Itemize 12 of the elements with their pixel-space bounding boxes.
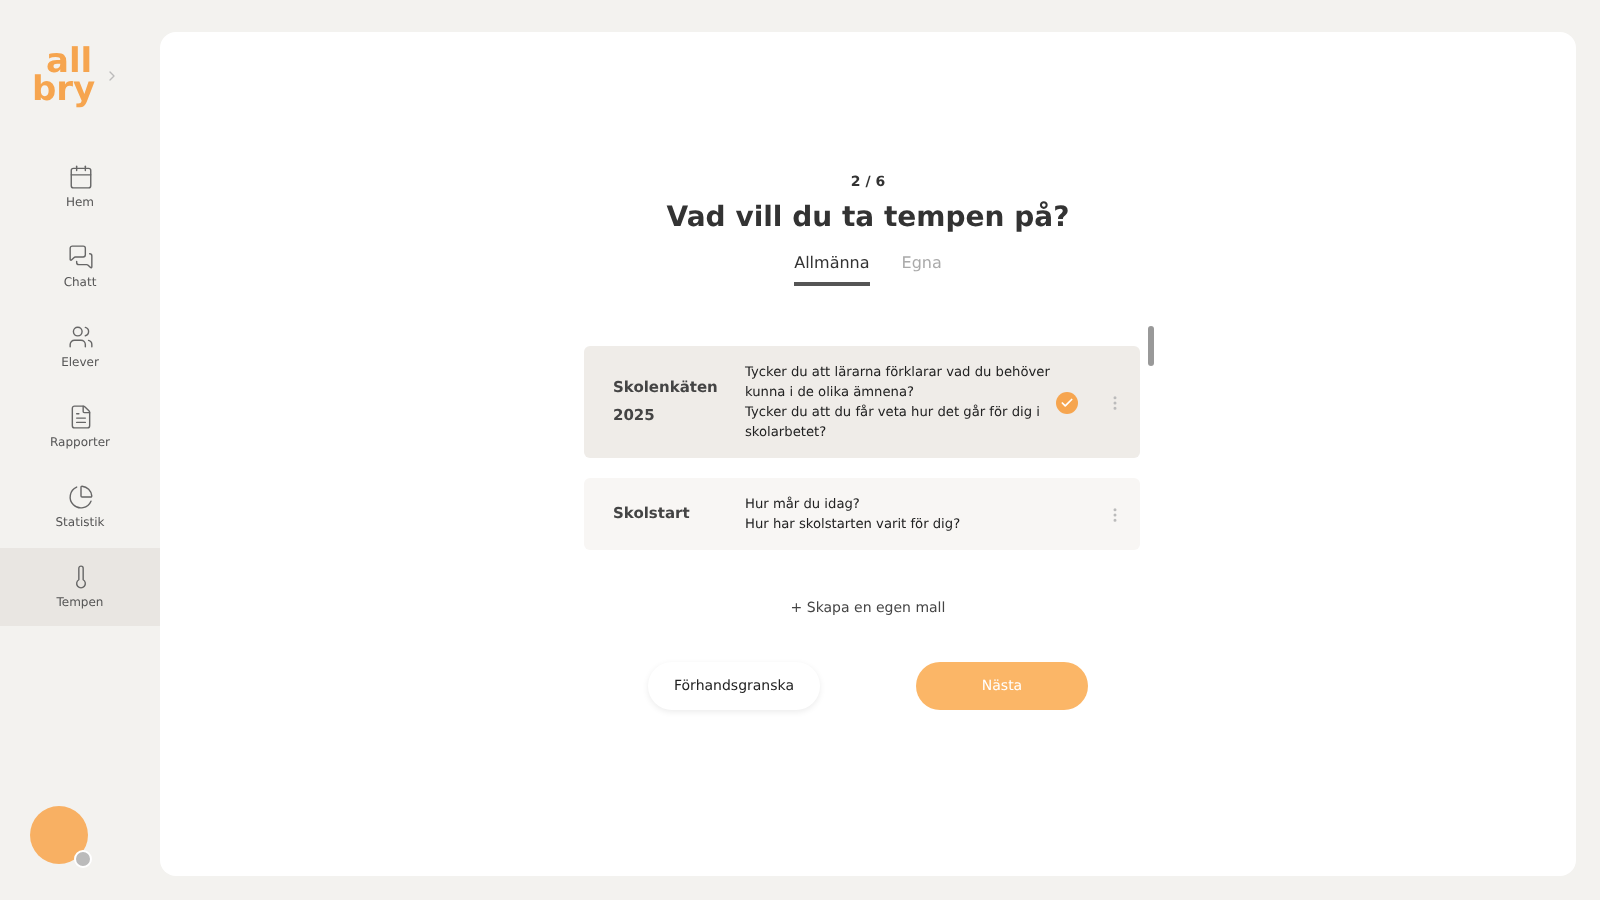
calendar-icon [67, 164, 93, 190]
avatar[interactable] [30, 806, 88, 864]
page-title: Vad vill du ta tempen på? [666, 202, 1070, 234]
status-dot [74, 850, 92, 868]
document-icon [67, 404, 93, 430]
chat-icon [67, 244, 93, 270]
scrollbar[interactable] [1147, 326, 1153, 366]
logo: all bry [32, 48, 96, 104]
tab[interactable]: Allmänna [794, 250, 870, 286]
check-icon [1055, 391, 1077, 413]
pie-chart-icon [67, 484, 93, 510]
users-icon [67, 324, 93, 350]
